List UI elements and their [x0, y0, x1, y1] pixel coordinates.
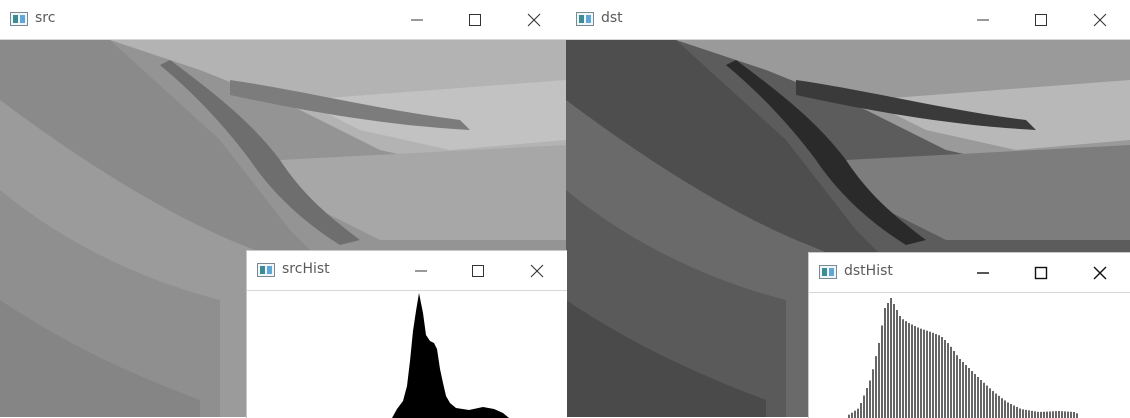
opencv-window-icon [257, 263, 275, 277]
close-button[interactable] [1071, 253, 1129, 292]
srcHist-titlebar[interactable]: srcHist [247, 251, 567, 291]
src-histogram-plot [392, 293, 509, 418]
src-titlebar[interactable]: src [0, 0, 566, 40]
src-histogram-fill [392, 293, 509, 418]
window-title: src [35, 10, 56, 26]
maximize-button[interactable] [449, 251, 507, 290]
srcHist-canvas [247, 291, 567, 418]
close-icon [1093, 13, 1107, 26]
maximize-button[interactable] [446, 0, 504, 39]
minimize-button[interactable] [388, 0, 446, 39]
dst-histogram-plot [848, 298, 1078, 418]
window-title: dst [601, 10, 623, 26]
close-button[interactable] [508, 251, 566, 290]
opencv-window-icon [819, 265, 837, 279]
minimize-icon [977, 19, 989, 20]
opencv-window-icon [576, 12, 594, 26]
maximize-button[interactable] [1012, 253, 1070, 292]
minimize-icon [411, 19, 423, 20]
close-button[interactable] [1071, 0, 1129, 39]
maximize-icon [469, 13, 481, 26]
srcHist-window: srcHist [246, 250, 567, 418]
maximize-icon [1035, 13, 1047, 26]
dstHist-window: dstHist [808, 252, 1130, 418]
minimize-button[interactable] [392, 251, 450, 290]
minimize-icon [977, 271, 989, 274]
maximize-icon [472, 264, 484, 277]
close-button[interactable] [505, 0, 563, 39]
window-title: dstHist [844, 263, 893, 279]
minimize-icon [415, 270, 427, 271]
minimize-button[interactable] [954, 253, 1012, 292]
close-icon [527, 13, 541, 26]
window-title: srcHist [282, 261, 330, 277]
dst-titlebar[interactable]: dst [566, 0, 1130, 40]
maximize-icon [1034, 266, 1048, 279]
opencv-window-icon [10, 12, 28, 26]
close-icon [530, 264, 544, 277]
maximize-button[interactable] [1012, 0, 1070, 39]
dstHist-canvas [809, 293, 1130, 418]
close-icon [1093, 266, 1107, 279]
dstHist-titlebar[interactable]: dstHist [809, 253, 1130, 293]
minimize-button[interactable] [954, 0, 1012, 39]
